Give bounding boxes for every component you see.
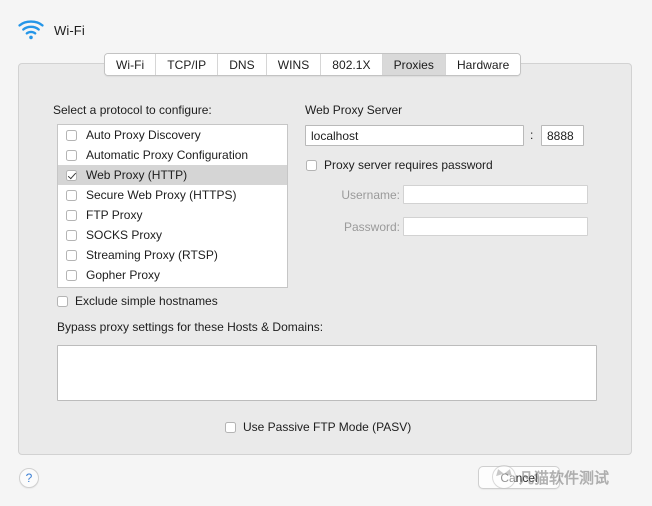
requires-password-label: Proxy server requires password [324, 158, 493, 172]
list-item[interactable]: Streaming Proxy (RTSP) [58, 245, 287, 265]
page-title: Wi-Fi [54, 22, 85, 38]
passive-ftp-checkbox[interactable] [225, 421, 236, 433]
protocol-list-heading: Select a protocol to configure: [53, 103, 212, 117]
protocol-checkbox-automatic-proxy-configuration[interactable] [66, 149, 77, 161]
requires-password-checkbox[interactable] [306, 159, 317, 171]
bypass-heading: Bypass proxy settings for these Hosts & … [57, 320, 324, 334]
host-port-separator: : [530, 128, 534, 142]
web-proxy-server-heading: Web Proxy Server [305, 103, 403, 117]
list-item-label: FTP Proxy [86, 208, 143, 222]
bypass-hosts-textarea[interactable] [57, 345, 597, 401]
passive-ftp-row[interactable]: Use Passive FTP Mode (PASV) [225, 420, 411, 434]
list-item[interactable]: SOCKS Proxy [58, 225, 287, 245]
protocol-checkbox-streaming-proxy-rtsp[interactable] [66, 249, 77, 261]
protocol-checkbox-web-proxy-http[interactable] [66, 169, 77, 181]
tab-802-1x[interactable]: 802.1X [321, 54, 383, 75]
cancel-button[interactable]: Cancel [478, 466, 560, 489]
list-item[interactable]: Secure Web Proxy (HTTPS) [58, 185, 287, 205]
tab-wi-fi[interactable]: Wi-Fi [105, 54, 157, 75]
protocol-checkbox-gopher-proxy[interactable] [66, 269, 77, 281]
exclude-simple-hostnames-row[interactable]: Exclude simple hostnames [57, 294, 218, 308]
passive-ftp-label: Use Passive FTP Mode (PASV) [243, 420, 412, 434]
list-item[interactable]: FTP Proxy [58, 205, 287, 225]
password-field[interactable] [403, 217, 588, 236]
requires-password-row[interactable]: Proxy server requires password [306, 158, 493, 172]
protocol-checkbox-socks-proxy[interactable] [66, 229, 77, 241]
tab-bar: Wi-Fi TCP/IP DNS WINS 802.1X Proxies Har… [104, 53, 522, 76]
username-label: Username: [341, 188, 400, 202]
username-field[interactable] [403, 185, 588, 204]
tab-proxies[interactable]: Proxies [382, 54, 446, 75]
list-item[interactable]: Auto Proxy Discovery [58, 125, 287, 145]
tab-tcp-ip[interactable]: TCP/IP [156, 54, 219, 75]
tab-dns[interactable]: DNS [218, 54, 267, 75]
proxy-host-input[interactable]: localhost [305, 125, 524, 146]
list-item[interactable]: Gopher Proxy [58, 265, 287, 285]
list-item-label: Automatic Proxy Configuration [86, 148, 249, 162]
exclude-simple-hostnames-checkbox[interactable] [57, 295, 68, 307]
list-item-label: Secure Web Proxy (HTTPS) [86, 188, 237, 202]
tab-hardware[interactable]: Hardware [445, 54, 521, 75]
list-item-label: Streaming Proxy (RTSP) [86, 248, 218, 262]
list-item-label: Auto Proxy Discovery [86, 128, 201, 142]
list-item[interactable]: Automatic Proxy Configuration [58, 145, 287, 165]
protocol-checkbox-ftp-proxy[interactable] [66, 209, 77, 221]
window-header: Wi-Fi [18, 16, 85, 44]
exclude-simple-hostnames-label: Exclude simple hostnames [75, 294, 218, 308]
protocol-checkbox-auto-proxy-discovery[interactable] [66, 129, 77, 141]
tab-wins[interactable]: WINS [266, 54, 322, 75]
protocol-list[interactable]: Auto Proxy Discovery Automatic Proxy Con… [57, 124, 288, 288]
list-item-label: SOCKS Proxy [86, 228, 163, 242]
proxy-port-input[interactable]: 8888 [541, 125, 584, 146]
list-item-label: Gopher Proxy [86, 268, 161, 282]
wifi-icon [18, 20, 44, 40]
help-button[interactable]: ? [19, 468, 39, 488]
list-item-label: Web Proxy (HTTP) [86, 168, 188, 182]
password-label: Password: [343, 220, 400, 234]
protocol-checkbox-secure-web-proxy-https[interactable] [66, 189, 77, 201]
list-item[interactable]: Web Proxy (HTTP) [58, 165, 287, 185]
